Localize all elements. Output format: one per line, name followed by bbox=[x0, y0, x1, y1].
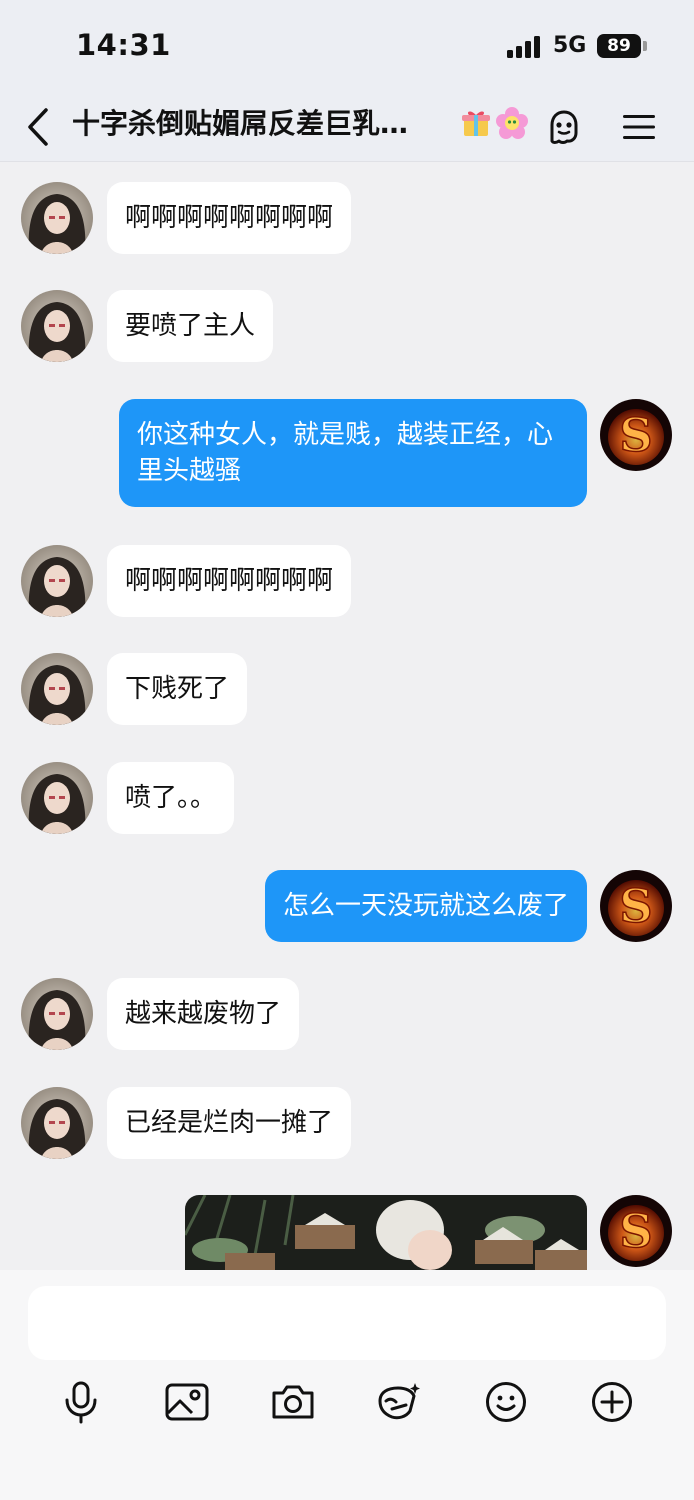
image-message[interactable] bbox=[185, 1195, 587, 1275]
status-bar: 14:31 5G 89 bbox=[0, 0, 694, 92]
network-label: 5G bbox=[553, 33, 587, 58]
chat-title[interactable]: 十字杀倒贴媚屌反差巨乳… bbox=[72, 106, 444, 142]
camera-button[interactable] bbox=[265, 1374, 321, 1430]
battery-icon: 89 bbox=[597, 34, 641, 58]
contact-avatar[interactable] bbox=[21, 762, 93, 834]
contact-avatar[interactable] bbox=[21, 182, 93, 254]
user-avatar[interactable]: S bbox=[600, 870, 672, 942]
emoji-icon bbox=[486, 1382, 526, 1422]
flower-icon[interactable] bbox=[496, 107, 528, 139]
svg-text:S: S bbox=[619, 1204, 652, 1258]
message-bubble[interactable]: 下贱死了 bbox=[107, 653, 248, 725]
voice-button[interactable] bbox=[53, 1374, 109, 1430]
menu-icon bbox=[623, 115, 655, 139]
image-icon bbox=[165, 1383, 209, 1421]
user-avatar[interactable]: S bbox=[600, 399, 672, 471]
sticker-button[interactable] bbox=[371, 1374, 427, 1430]
plus-icon bbox=[592, 1382, 632, 1422]
message-bubble[interactable]: 已经是烂肉一摊了 bbox=[107, 1087, 352, 1159]
contact-avatar[interactable] bbox=[21, 290, 93, 362]
signal-icon bbox=[507, 36, 543, 58]
back-button[interactable] bbox=[18, 102, 58, 152]
menu-button[interactable] bbox=[614, 102, 664, 152]
camera-icon bbox=[272, 1385, 314, 1419]
message-bubble[interactable]: 啊啊啊啊啊啊啊啊 bbox=[107, 545, 352, 617]
message-bubble[interactable]: 要喷了主人 bbox=[107, 290, 274, 362]
ghost-icon bbox=[550, 110, 578, 144]
more-button[interactable] bbox=[584, 1374, 640, 1430]
svg-text:S: S bbox=[619, 408, 652, 462]
contact-avatar[interactable] bbox=[21, 1087, 93, 1159]
message-bubble[interactable]: 越来越废物了 bbox=[107, 978, 300, 1050]
microphone-icon bbox=[65, 1381, 97, 1424]
contact-avatar[interactable] bbox=[21, 545, 93, 617]
emoji-button[interactable] bbox=[478, 1374, 534, 1430]
status-time: 14:31 bbox=[76, 28, 171, 62]
message-bubble[interactable]: 喷了。。 bbox=[107, 762, 235, 834]
nav-bar: 十字杀倒贴媚屌反差巨乳… bbox=[0, 92, 694, 162]
contact-avatar[interactable] bbox=[21, 978, 93, 1050]
ghost-button[interactable] bbox=[539, 102, 589, 152]
battery-nub bbox=[643, 41, 647, 51]
input-area bbox=[0, 1270, 694, 1500]
message-bubble[interactable]: 怎么一天没玩就这么废了 bbox=[264, 870, 587, 942]
back-icon bbox=[28, 108, 48, 146]
svg-text:S: S bbox=[619, 879, 652, 933]
user-avatar[interactable]: S bbox=[600, 1195, 672, 1267]
image-button[interactable] bbox=[159, 1374, 215, 1430]
gift-icon[interactable] bbox=[460, 107, 492, 139]
message-bubble[interactable]: 你这种女人，就是贱，越装正经，心里头越骚 bbox=[119, 399, 587, 507]
message-input[interactable] bbox=[28, 1286, 666, 1360]
sticker-icon bbox=[378, 1383, 420, 1420]
contact-avatar[interactable] bbox=[21, 653, 93, 725]
message-bubble[interactable]: 啊啊啊啊啊啊啊啊 bbox=[107, 182, 352, 254]
chat-screen: 14:31 5G 89 十字杀倒贴媚屌反差巨乳… 啊啊啊啊啊啊啊啊 要喷了主人 … bbox=[0, 0, 694, 1500]
